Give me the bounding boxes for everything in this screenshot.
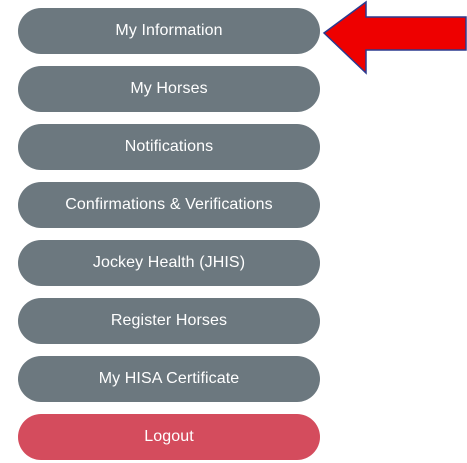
- account-menu: My Information My Horses Notifications C…: [18, 8, 320, 463]
- logout-button[interactable]: Logout: [18, 414, 320, 460]
- red-arrow-icon: [322, 0, 467, 75]
- my-information-button[interactable]: My Information: [18, 8, 320, 54]
- jockey-health-button[interactable]: Jockey Health (JHIS): [18, 240, 320, 286]
- my-hisa-certificate-button[interactable]: My HISA Certificate: [18, 356, 320, 402]
- confirmations-verifications-button[interactable]: Confirmations & Verifications: [18, 182, 320, 228]
- register-horses-button[interactable]: Register Horses: [18, 298, 320, 344]
- notifications-button[interactable]: Notifications: [18, 124, 320, 170]
- my-horses-button[interactable]: My Horses: [18, 66, 320, 112]
